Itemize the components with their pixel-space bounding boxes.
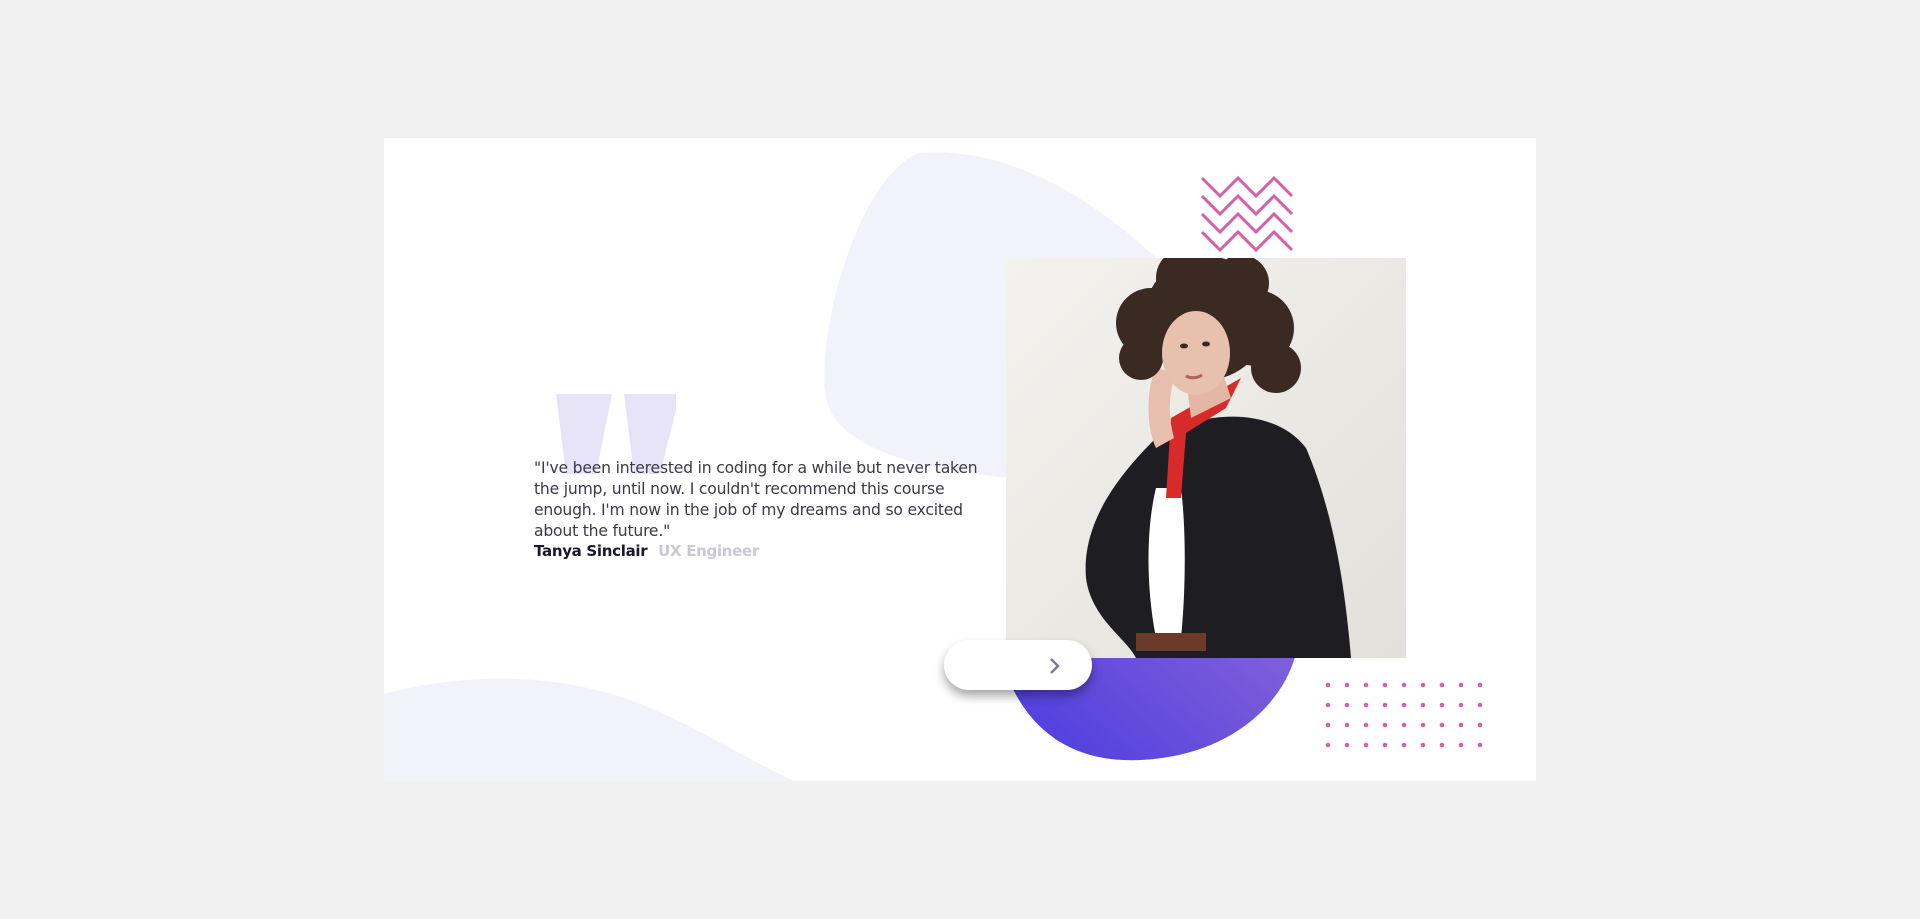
pattern-dot [1420,682,1426,688]
pattern-dot [1439,722,1445,728]
pattern-dot [1477,682,1483,688]
pattern-dot [1458,742,1464,748]
bottom-wave-shape [384,678,794,781]
pattern-dot [1344,742,1350,748]
pattern-dot [1477,722,1483,728]
pattern-dot [1401,742,1407,748]
pattern-dot [1382,702,1388,708]
author-photo [1006,258,1406,658]
pattern-dot [1363,742,1369,748]
next-button[interactable] [1018,640,1092,690]
pattern-dot [1420,742,1426,748]
pattern-dot [1439,742,1445,748]
pattern-dot [1325,742,1331,748]
pattern-dot [1325,722,1331,728]
pattern-dot [1401,682,1407,688]
pattern-dot [1439,682,1445,688]
pattern-dot [1401,702,1407,708]
pattern-dot [1420,722,1426,728]
previous-button[interactable] [944,640,1018,690]
zigzag-pattern [1200,175,1294,253]
pattern-dot [1458,682,1464,688]
pattern-dot [1363,702,1369,708]
testimonial-quote: "I've been interested in coding for a wh… [534,459,978,540]
portrait-illustration [1006,258,1406,658]
author-name: Tanya Sinclair [534,542,648,560]
pattern-dot [1382,742,1388,748]
chevron-right-icon [1050,658,1060,674]
pattern-dot [1382,722,1388,728]
chevron-left-icon [976,658,986,674]
pattern-dot [1458,722,1464,728]
author-role: UX Engineer [658,542,760,560]
testimonial-card: "I've been interested in coding for a wh… [384,138,1536,781]
pattern-dot [1420,702,1426,708]
author-info: Tanya Sinclair UX Engineer [534,542,759,560]
pattern-dot [1439,702,1445,708]
slider-navigation [944,640,1092,690]
pattern-dot [1344,682,1350,688]
pattern-dot [1363,722,1369,728]
pattern-dot [1477,702,1483,708]
pattern-dot [1363,682,1369,688]
pattern-dot [1401,722,1407,728]
pattern-dot [1458,702,1464,708]
pattern-dot [1325,702,1331,708]
dot-grid-pattern [1325,682,1483,748]
pattern-dot [1382,682,1388,688]
pattern-dot [1477,742,1483,748]
pattern-dot [1325,682,1331,688]
pattern-dot [1344,702,1350,708]
pattern-dot [1344,722,1350,728]
